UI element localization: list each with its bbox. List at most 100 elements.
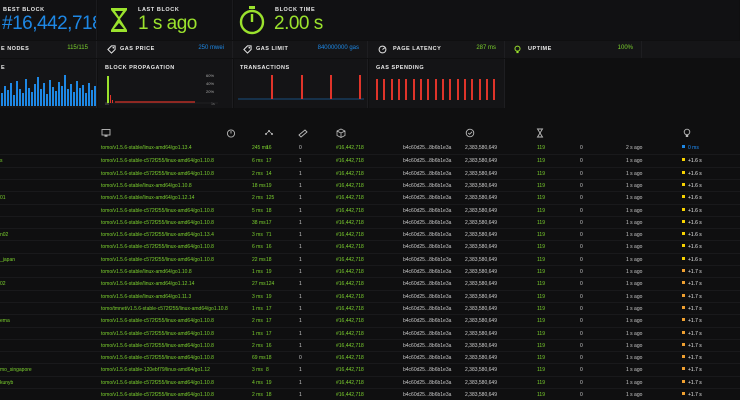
node-version: tomo/v1.5.6-stable/linux-amd64/go1.12.14 [101, 281, 195, 288]
table-row[interactable]: s tomo/v1.5.6-stable-c572f255/linux-amd64… [0, 154, 740, 166]
table-row[interactable]: kunyb tomo/v1.5.6-stable-c572f255/linux-a… [0, 375, 740, 388]
check-icon[interactable] [465, 128, 475, 138]
table-row[interactable]: 02 tomo/v1.5.6-stable/linux-amd64/go1.12.… [0, 277, 740, 289]
peers: 16 [266, 145, 272, 151]
table-row[interactable]: tomo/v1.5.6-stable/linux-amd64/go1.10.8 1… [0, 178, 740, 191]
peers: 8 [266, 367, 269, 374]
latency: 3 ms [252, 293, 263, 300]
table-row[interactable]: n02 tomo/v1.5.6-stable-c572f255/linux-amd… [0, 228, 740, 240]
block-hash: b4c60d25...8b6b1e3a [403, 256, 452, 263]
propagation: +1.7 s [682, 281, 702, 287]
propagation-value: +1.6 s [688, 244, 702, 251]
block-number: #16,442,718 [336, 342, 364, 349]
table-row[interactable]: tomo/v1.5.6-stable/linux-amd64/go1.11.3 3… [0, 289, 740, 302]
block-hash: b4c60d25...8b6b1e3a [403, 367, 452, 374]
propagation-value: +1.7 s [688, 392, 702, 398]
difficulty: 2,383,580,649 [465, 244, 497, 251]
peers: 19 [266, 182, 272, 189]
last-block-time: 1 s ago [626, 355, 643, 362]
propagation: +1.7 s [682, 355, 702, 361]
node-name: kunyb [0, 379, 14, 386]
last-block-time: 1 s ago [626, 182, 643, 189]
last-block-time: 1 s ago [626, 219, 643, 226]
info-bar: E NODES 115/115 GAS PRICE 250 mwei GAS L… [0, 41, 740, 58]
table-row[interactable]: tomo/v1.5.6-stable/linux-amd64/go1.13.4 2… [0, 142, 740, 154]
difficulty: 2,383,580,649 [465, 281, 497, 288]
block-hash: b4c60d25...8b6b1e3a [403, 219, 452, 226]
propagation: +1.6 s [682, 256, 702, 263]
last-block-time: 1 s ago [626, 293, 643, 300]
bulb-icon[interactable] [682, 128, 692, 138]
block-number: #16,442,718 [336, 318, 364, 325]
latency: 3 ms [252, 367, 263, 374]
propagation: +1.6 s [682, 207, 702, 214]
difficulty: 2,383,580,649 [465, 305, 497, 312]
block-number: #16,442,718 [336, 355, 364, 362]
pending-txs: 1 [299, 293, 302, 300]
node-version: tomo/v1.5.6-stable-c572f255/linux-amd64/… [101, 207, 214, 214]
transactions: 119 [537, 392, 545, 398]
peers: 71 [266, 232, 272, 239]
propagation-dot [682, 170, 685, 174]
node-version: tomo/v1.5.6-stable-c572f255/linux-amd64/… [101, 244, 214, 251]
table-row[interactable]: tomo/v1.5.6-stable-c572f255/linux-amd64/… [0, 240, 740, 252]
table-row[interactable]: _japan tomo/v1.5.6-stable-c572f255/linux-… [0, 252, 740, 265]
propagation: +1.7 s [682, 305, 702, 312]
propagation-dot [682, 219, 685, 223]
cube-icon[interactable] [336, 128, 346, 138]
propagation-dot [682, 367, 685, 371]
pending-txs: 1 [299, 244, 302, 251]
table-row[interactable]: ema tomo/v1.5.6-stable-c572f255/linux-amd… [0, 314, 740, 326]
propagation: +1.6 s [682, 170, 702, 177]
table-row[interactable]: 01 tomo/v1.5.6-stable/linux-amd64/go1.12.… [0, 191, 740, 203]
table-row[interactable]: tomo/v1.5.6-stable-c572f255/linux-amd64/… [0, 326, 740, 339]
peers: 17 [266, 305, 272, 312]
table-row[interactable]: tomo/v1.5.6-stable-c572f255/linux-amd64/… [0, 351, 740, 363]
network-icon[interactable] [264, 128, 274, 138]
bulb-icon [514, 45, 521, 54]
uncles: 0 [580, 244, 583, 251]
propagation-dot [682, 318, 685, 322]
node-version: tomo/v1.5.6-stable-c572f255/linux-amd64/… [101, 256, 214, 263]
block-time-value: 2.00 s [274, 13, 323, 34]
pending-icon[interactable] [298, 128, 308, 138]
latency: 6 ms [252, 158, 263, 165]
difficulty: 2,383,580,649 [465, 207, 497, 214]
stats-header: BEST BLOCK #16,442,718 LAST BLOCK 1 s ag… [0, 0, 740, 40]
propagation-dot [682, 355, 685, 359]
transactions: 119 [537, 207, 545, 214]
uncles: 0 [580, 293, 583, 300]
transactions: 119 [537, 182, 545, 189]
node-version: tomo/v1.5.6-stable-c572f255/linux-amd64/… [101, 330, 214, 337]
transactions: 119 [537, 145, 545, 151]
propagation-dot [682, 342, 685, 346]
block-number: #16,442,718 [336, 330, 364, 337]
latency: 2 ms [252, 318, 263, 325]
block-number: #16,442,718 [336, 269, 364, 275]
uncles: 0 [580, 207, 583, 214]
uptime-label: UPTIME [528, 46, 552, 52]
uncles: 0 [580, 256, 583, 263]
propagation: 0 ms [682, 145, 699, 151]
peers: 19 [266, 269, 272, 275]
stopwatch-icon[interactable] [226, 128, 236, 138]
peers: 17 [266, 158, 272, 165]
transactions: 119 [537, 330, 545, 337]
table-row[interactable]: tomo/v1.5.6-stable-c572f255/linux-amd64/… [0, 215, 740, 228]
table-row[interactable]: mo_singapore tomo/v1.5.6-stable-120ebf79/… [0, 363, 740, 375]
node-name: 02 [0, 281, 6, 288]
table-row[interactable]: tomo/v1.5.6-stable-c572f255/linux-amd64/… [0, 166, 740, 179]
table-row[interactable]: tomo/v1.5.6-stable-c572f255/linux-amd64/… [0, 388, 740, 400]
table-row[interactable]: tomo/v1.5.6-stable-c572f255/linux-amd64/… [0, 203, 740, 216]
table-row[interactable]: tomo/tmnet/v1.5.6-stable-c572f255/linux-… [0, 301, 740, 314]
transactions: 119 [537, 305, 545, 312]
hourglass-icon[interactable] [535, 128, 545, 138]
monitor-icon[interactable] [101, 128, 111, 138]
table-row[interactable]: tomo/v1.5.6-stable-c572f255/linux-amd64/… [0, 338, 740, 351]
block-number: #16,442,718 [336, 219, 364, 226]
peers: 19 [266, 379, 272, 386]
gas-limit-stat: GAS LIMIT 840000000 gas [234, 41, 368, 58]
table-row[interactable]: tomo/v1.5.6-stable/linux-amd64/go1.10.8 1… [0, 265, 740, 277]
block-number: #16,442,718 [336, 379, 364, 386]
uncles: 0 [580, 219, 583, 226]
